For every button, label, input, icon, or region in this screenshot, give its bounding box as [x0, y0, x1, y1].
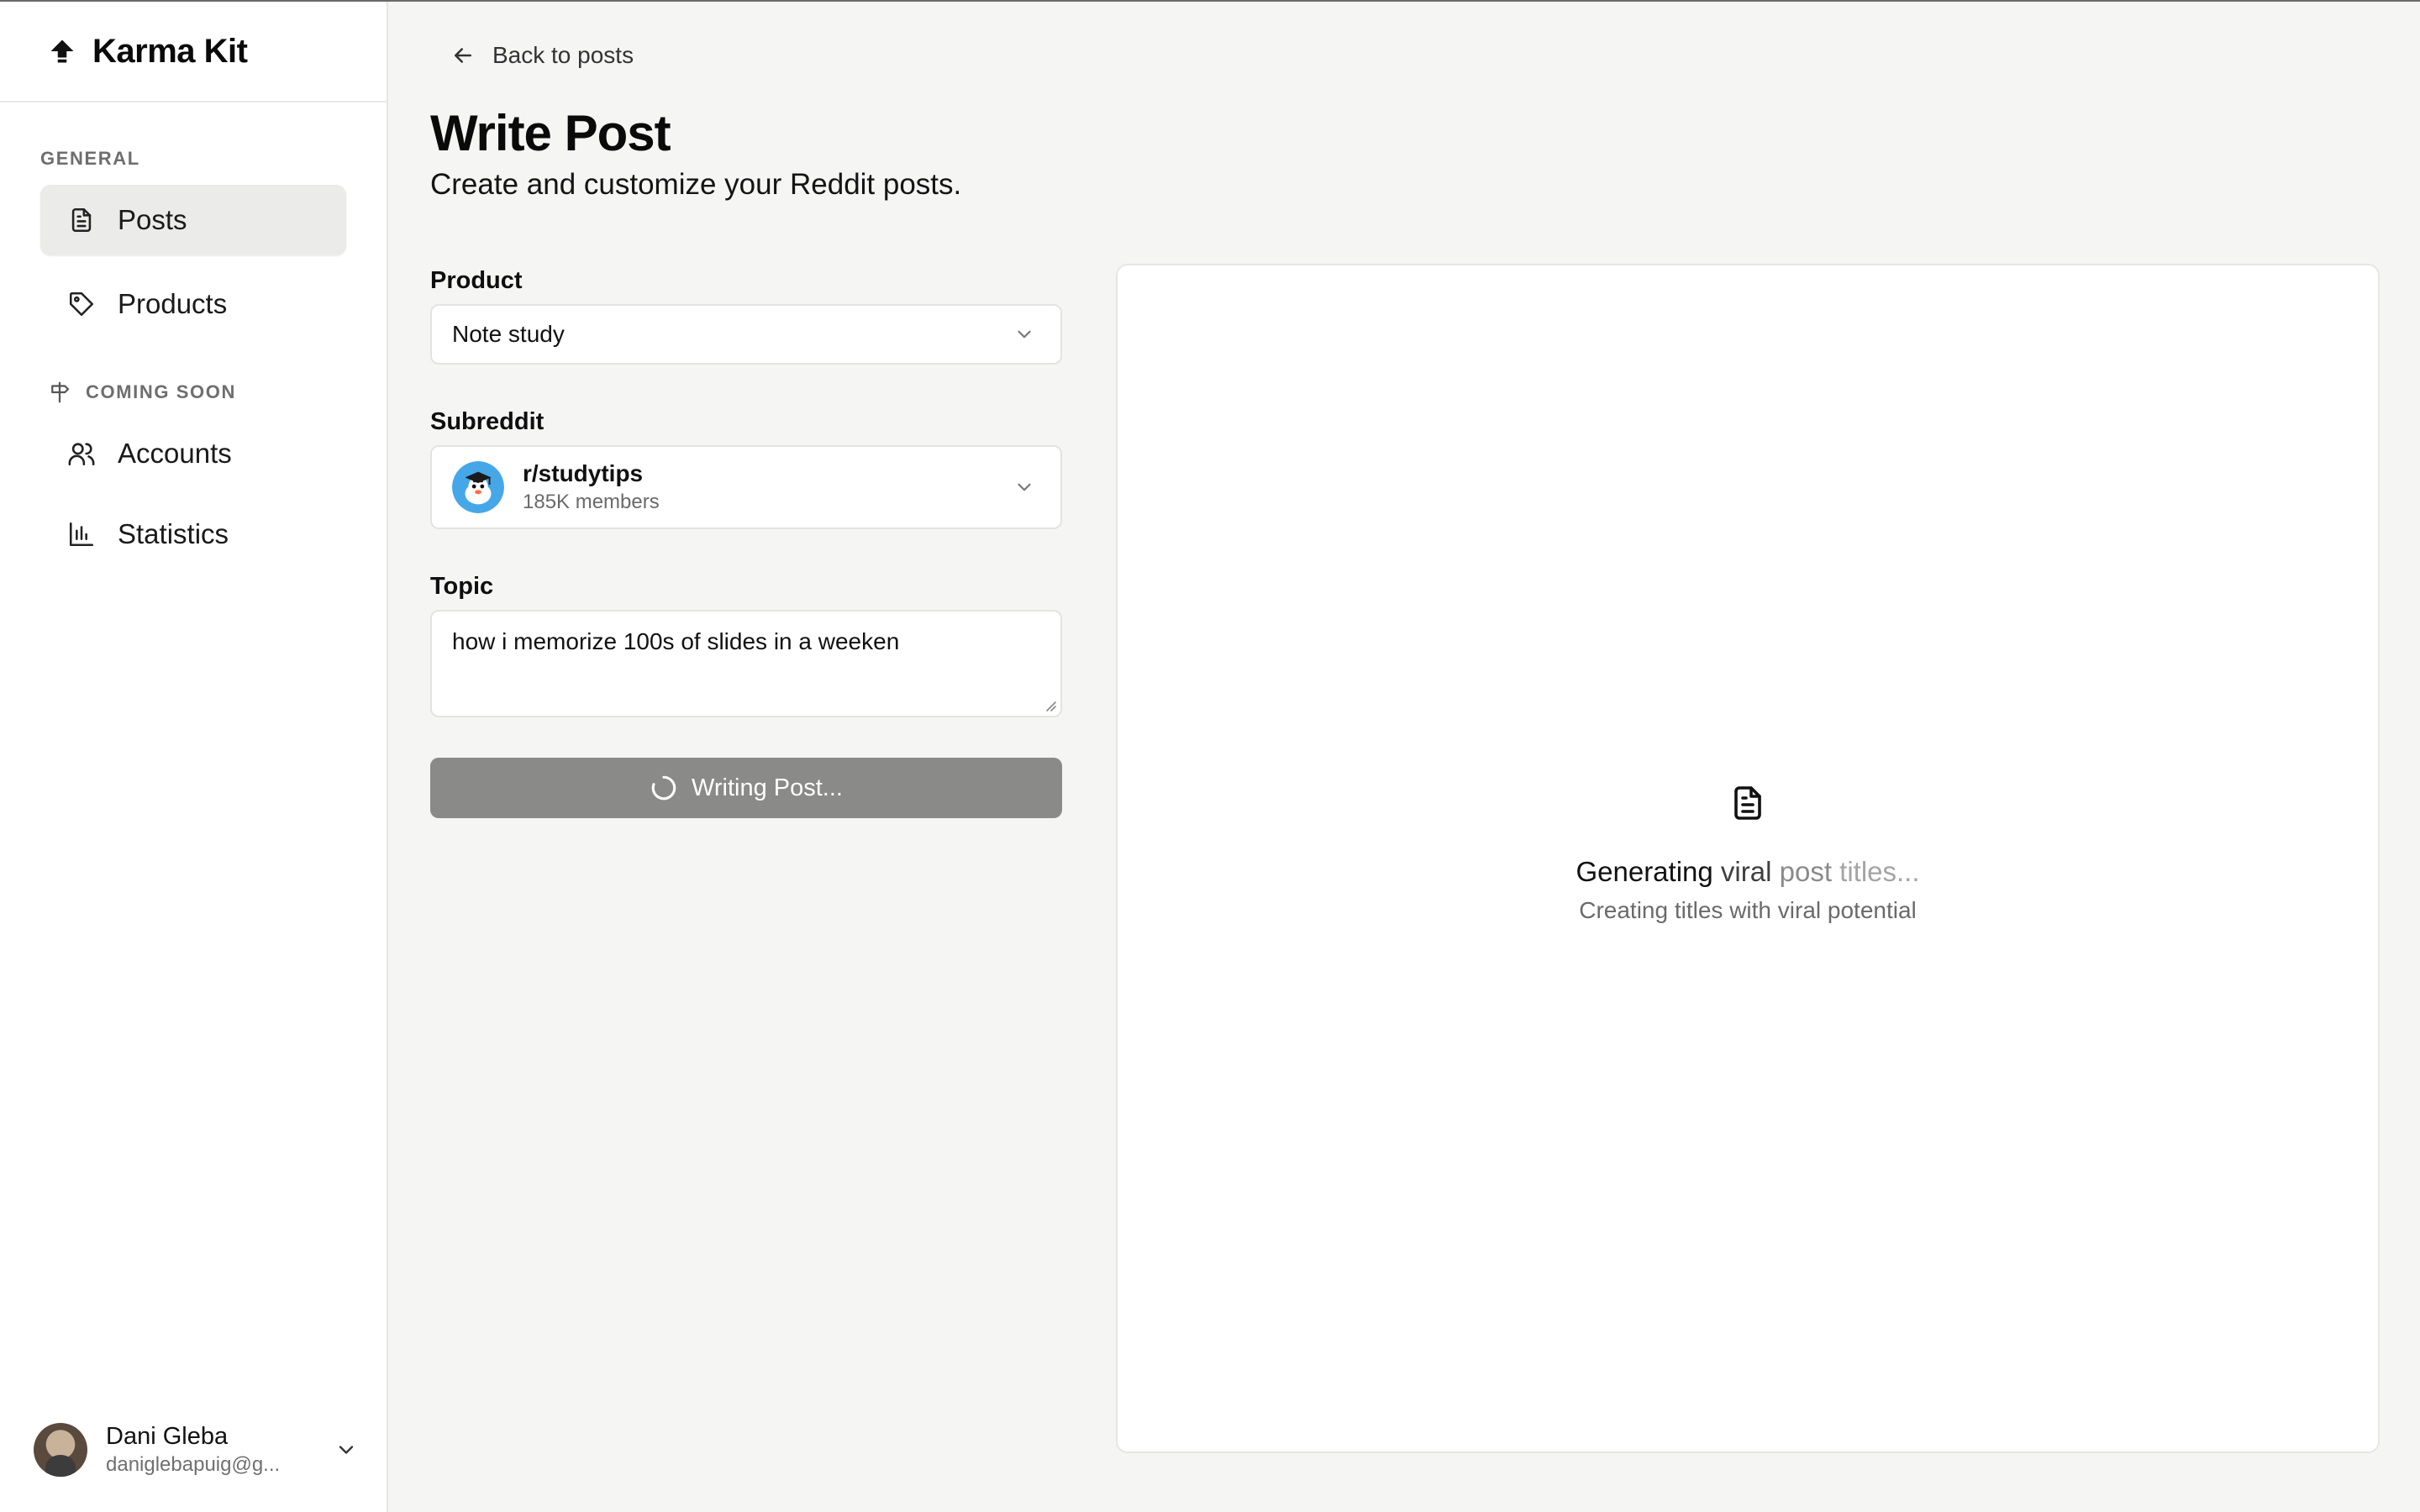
subreddit-name: r/studytips [523, 460, 644, 486]
subreddit-label: Subreddit [430, 408, 544, 435]
topic-value: how i memorize 100s of slides in a weeke… [452, 628, 900, 654]
user-name: Dani Gleba [106, 1423, 229, 1450]
sidebar-item-label: Statistics [118, 518, 229, 549]
generating-subtitle: Creating titles with viral potential [1579, 897, 1917, 923]
arrow-left-icon [450, 43, 476, 68]
file-text-icon [67, 206, 96, 234]
section-label-general: GENERAL [40, 148, 140, 169]
preview-panel: Generating viral post titles... Creating… [1116, 264, 2380, 1453]
product-label: Product [430, 267, 523, 294]
product-select[interactable]: Note study [430, 304, 1062, 365]
sidebar-item-statistics[interactable]: Statistics [40, 499, 346, 570]
sidebar: Karma Kit GENERAL Posts Products COMING … [0, 2, 388, 1512]
sidebar-item-products[interactable]: Products [40, 269, 346, 339]
chevron-down-icon[interactable] [334, 1438, 358, 1462]
page-subtitle: Create and customize your Reddit posts. [430, 168, 962, 201]
sidebar-item-label: Posts [118, 204, 187, 235]
section-label-coming-soon: COMING SOON [47, 380, 236, 405]
topic-label: Topic [430, 573, 494, 600]
users-icon [67, 439, 96, 468]
sidebar-item-posts[interactable]: Posts [40, 185, 346, 255]
chevron-down-icon [1013, 323, 1035, 345]
signpost-icon [47, 380, 72, 405]
topic-textarea[interactable]: how i memorize 100s of slides in a weeke… [430, 610, 1062, 717]
file-text-icon [1118, 783, 2378, 823]
subreddit-members: 185K members [523, 491, 660, 513]
sidebar-item-label: Products [118, 288, 228, 319]
subreddit-select[interactable]: r/studytips 185K members [430, 445, 1062, 529]
brand[interactable]: Karma Kit [0, 2, 387, 102]
spinner-icon [650, 774, 678, 802]
user-email: daniglebapuig@g... [106, 1453, 281, 1476]
back-to-posts-link[interactable]: Back to posts [450, 42, 634, 69]
resize-handle-icon[interactable] [1042, 697, 1057, 712]
generating-title: Generating viral post titles... [1576, 856, 1920, 887]
avatar [34, 1423, 87, 1477]
user-menu[interactable]: Dani Gleba daniglebapuig@g... [34, 1420, 358, 1480]
product-value: Note study [452, 321, 565, 347]
chevron-down-icon [1013, 476, 1035, 498]
sidebar-item-label: Accounts [118, 438, 232, 469]
sidebar-item-accounts[interactable]: Accounts [40, 418, 346, 489]
arrow-up-icon [47, 36, 77, 66]
tag-icon [67, 290, 96, 318]
subreddit-avatar-icon [452, 461, 504, 513]
bar-chart-icon [67, 520, 96, 549]
brand-name: Karma Kit [92, 32, 248, 70]
page-title: Write Post [430, 105, 671, 161]
write-post-button[interactable]: Writing Post... [430, 758, 1062, 818]
